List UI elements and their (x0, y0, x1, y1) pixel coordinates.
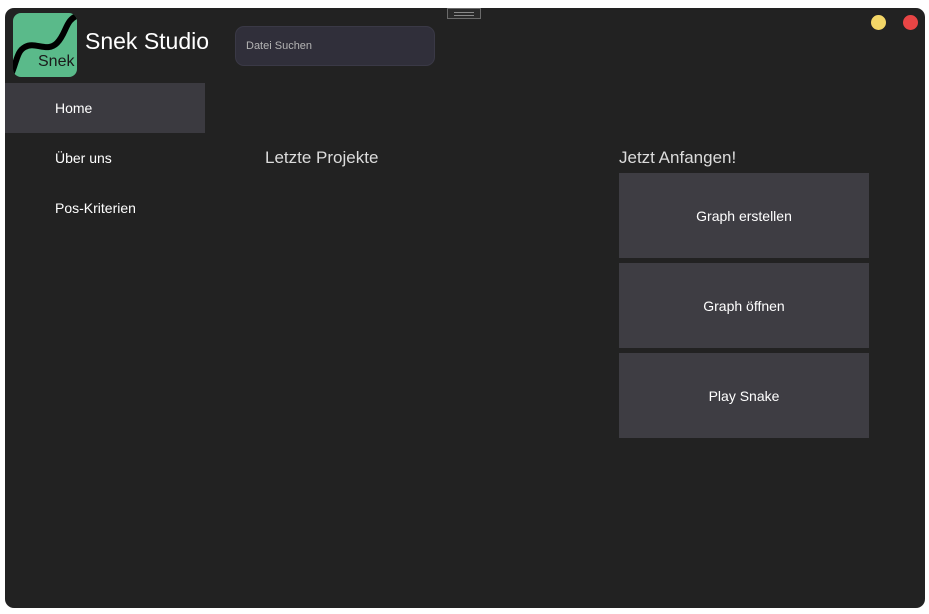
open-graph-label: Graph öffnen (703, 297, 785, 314)
sidebar-item-home[interactable]: Home (5, 83, 205, 133)
create-graph-label: Graph erstellen (696, 207, 792, 224)
open-graph-button[interactable]: Graph öffnen (619, 263, 869, 348)
app-window: Snek Snek Studio Home Über uns Pos-Krite… (5, 8, 925, 608)
play-snake-label: Play Snake (708, 387, 780, 404)
sidebar-item-label: Home (55, 100, 93, 116)
sidebar-item-label: Über uns (55, 150, 112, 166)
search-input[interactable] (235, 26, 435, 66)
app-title: Snek Studio (85, 28, 210, 54)
sidebar-item-label: Pos-Kriterien (55, 200, 136, 216)
sidebar-item-ueber-uns[interactable]: Über uns (5, 133, 205, 183)
recent-projects-title: Letzte Projekte (265, 148, 379, 167)
play-snake-button[interactable]: Play Snake (619, 353, 869, 438)
get-started-title: Jetzt Anfangen! (619, 148, 737, 167)
sidebar-item-pos-kriterien[interactable]: Pos-Kriterien (5, 183, 205, 233)
logo-text: Snek (38, 53, 75, 70)
create-graph-button[interactable]: Graph erstellen (619, 173, 869, 258)
close-button[interactable] (903, 15, 918, 30)
drag-handle-icon[interactable] (447, 8, 481, 19)
sidebar: Home Über uns Pos-Kriterien (5, 83, 205, 233)
snake-logo-icon: Snek (13, 13, 77, 77)
minimize-button[interactable] (871, 15, 886, 30)
